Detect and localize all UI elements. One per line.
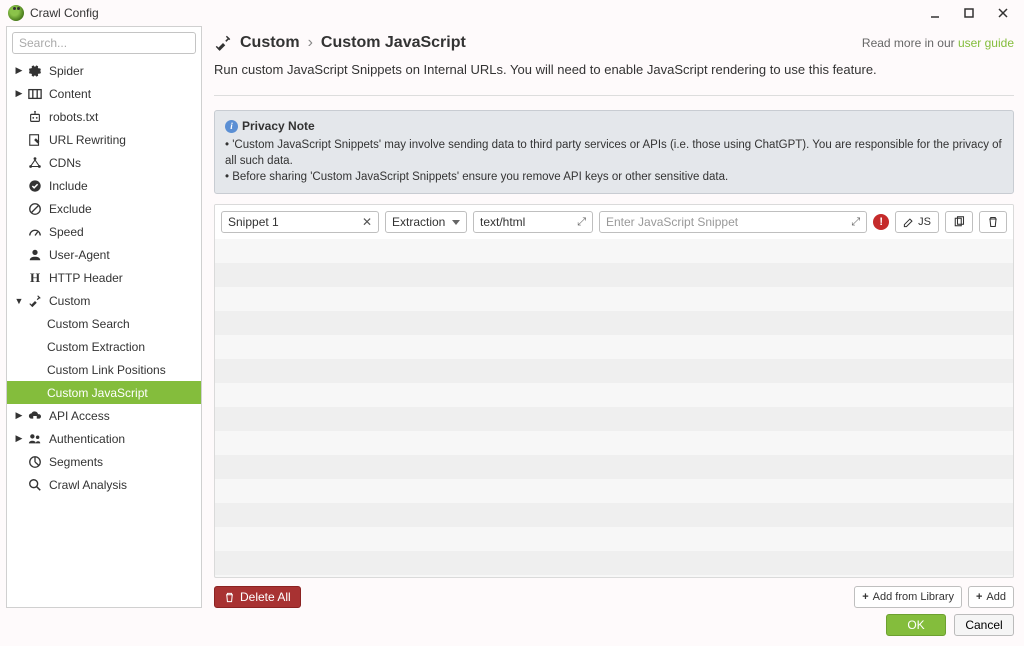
sidebar-item-custom-search[interactable]: Custom Search: [7, 312, 201, 335]
sidebar-item-http-header[interactable]: HHTTP Header: [7, 266, 201, 289]
edit-js-button[interactable]: JS: [895, 211, 939, 233]
close-button[interactable]: [990, 3, 1016, 23]
sidebar-tree: ▶Spider ▶Content robots.txt URL Rewritin…: [7, 59, 201, 607]
sidebar-item-include[interactable]: Include: [7, 174, 201, 197]
breadcrumb-current: Custom JavaScript: [321, 34, 466, 52]
info-icon: i: [225, 120, 238, 133]
sidebar: ▶Spider ▶Content robots.txt URL Rewritin…: [6, 26, 202, 608]
sidebar-item-exclude[interactable]: Exclude: [7, 197, 201, 220]
tools-icon: [214, 34, 232, 52]
search-input[interactable]: [12, 32, 196, 54]
clear-icon[interactable]: ✕: [362, 215, 372, 229]
sidebar-item-custom[interactable]: ▼Custom: [7, 289, 201, 312]
snippet-mode-select[interactable]: Extraction: [385, 211, 467, 233]
privacy-line-1: • 'Custom JavaScript Snippets' may invol…: [225, 137, 1003, 169]
copy-button[interactable]: [945, 211, 973, 233]
breadcrumb: Custom › Custom JavaScript: [214, 34, 466, 52]
gear-icon: [27, 63, 43, 79]
cloud-lock-icon: [27, 408, 43, 424]
ban-icon: [27, 201, 43, 217]
breadcrumb-sep: ›: [308, 34, 313, 52]
ok-button[interactable]: OK: [886, 614, 946, 636]
user-icon: [27, 247, 43, 263]
gauge-icon: [27, 224, 43, 240]
add-button[interactable]: +Add: [968, 586, 1014, 608]
sidebar-item-cdns[interactable]: CDNs: [7, 151, 201, 174]
window-title: Crawl Config: [30, 6, 922, 20]
privacy-title: Privacy Note: [242, 119, 315, 133]
description-text: Run custom JavaScript Snippets on Intern…: [210, 62, 1018, 77]
snippet-list: Snippet 1✕ Extraction text/html⤢ Enter J…: [214, 204, 1014, 578]
readmore-text: Read more in our user guide: [862, 36, 1014, 50]
breadcrumb-parent: Custom: [240, 34, 300, 52]
magnify-icon: [27, 477, 43, 493]
snippet-name-input[interactable]: Snippet 1✕: [221, 211, 379, 233]
sidebar-item-spider[interactable]: ▶Spider: [7, 59, 201, 82]
user-guide-link[interactable]: user guide: [958, 36, 1014, 50]
maximize-button[interactable]: [956, 3, 982, 23]
sidebar-item-custom-link-positions[interactable]: Custom Link Positions: [7, 358, 201, 381]
privacy-line-2: • Before sharing 'Custom JavaScript Snip…: [225, 169, 1003, 185]
cancel-button[interactable]: Cancel: [954, 614, 1014, 636]
sidebar-item-url-rewriting[interactable]: URL Rewriting: [7, 128, 201, 151]
privacy-note: i Privacy Note • 'Custom JavaScript Snipp…: [214, 110, 1014, 194]
expand-icon[interactable]: ⤢: [577, 216, 586, 229]
sidebar-item-robots[interactable]: robots.txt: [7, 105, 201, 128]
sidebar-item-api-access[interactable]: ▶API Access: [7, 404, 201, 427]
title-bar: Crawl Config: [0, 0, 1024, 26]
check-circle-icon: [27, 178, 43, 194]
sidebar-item-custom-extraction[interactable]: Custom Extraction: [7, 335, 201, 358]
sidebar-item-content[interactable]: ▶Content: [7, 82, 201, 105]
columns-icon: [27, 86, 43, 102]
pie-icon: [27, 454, 43, 470]
sidebar-item-segments[interactable]: Segments: [7, 450, 201, 473]
snippet-code-input[interactable]: Enter JavaScript Snippet⤢: [599, 211, 867, 233]
users-icon: [27, 431, 43, 447]
snippet-row: Snippet 1✕ Extraction text/html⤢ Enter J…: [215, 205, 1013, 239]
delete-all-button[interactable]: Delete All: [214, 586, 301, 608]
expand-icon[interactable]: ⤢: [851, 216, 860, 229]
edit-icon: [27, 132, 43, 148]
header-icon: H: [27, 270, 43, 286]
tools-icon: [27, 293, 43, 309]
divider: [214, 95, 1014, 96]
minimize-button[interactable]: [922, 3, 948, 23]
empty-rows: [215, 239, 1013, 575]
sidebar-item-custom-javascript[interactable]: Custom JavaScript: [7, 381, 201, 404]
warning-icon: !: [873, 214, 889, 230]
delete-button[interactable]: [979, 211, 1007, 233]
sidebar-item-speed[interactable]: Speed: [7, 220, 201, 243]
main-content: Custom › Custom JavaScript Read more in …: [210, 26, 1018, 608]
app-icon: [8, 5, 24, 21]
dialog-footer: OK Cancel: [0, 608, 1024, 642]
snippet-mime-input[interactable]: text/html⤢: [473, 211, 593, 233]
add-from-library-button[interactable]: +Add from Library: [854, 586, 962, 608]
network-icon: [27, 155, 43, 171]
sidebar-item-authentication[interactable]: ▶Authentication: [7, 427, 201, 450]
sidebar-item-user-agent[interactable]: User-Agent: [7, 243, 201, 266]
sidebar-item-crawl-analysis[interactable]: Crawl Analysis: [7, 473, 201, 496]
robot-icon: [27, 109, 43, 125]
